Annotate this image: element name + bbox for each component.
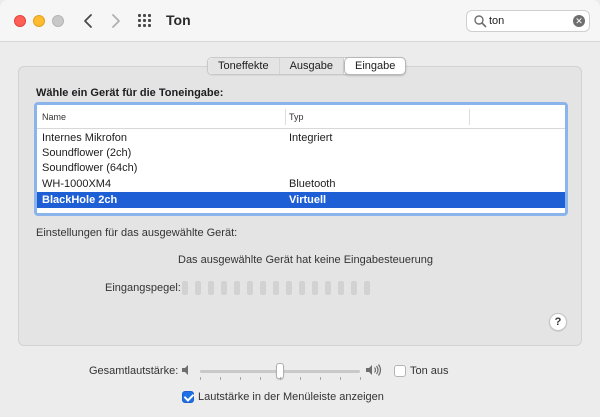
slider-tick	[280, 377, 281, 380]
close-window-button[interactable]	[14, 15, 26, 27]
level-segment	[260, 281, 266, 295]
speaker-low-icon	[182, 365, 188, 375]
tab-eingabe[interactable]: Eingabe	[344, 57, 407, 75]
search-icon	[474, 15, 487, 28]
show-all-button[interactable]	[138, 14, 152, 28]
device-name: Soundflower (2ch)	[42, 147, 132, 159]
device-list-heading: Wähle ein Gerät für die Toneingabe:	[36, 87, 224, 99]
level-segment	[195, 281, 201, 295]
slider-tick	[340, 377, 341, 380]
show-volume-in-menubar-label[interactable]: Lautstärke in der Menüleiste anzeigen	[198, 391, 384, 403]
input-device-table[interactable]: Name Typ Internes Mikrofon Integriert So…	[34, 102, 568, 216]
forward-button[interactable]	[105, 11, 125, 31]
table-row-selected[interactable]: BlackHole 2ch Virtuell	[37, 192, 565, 208]
zoom-window-button[interactable]	[52, 15, 64, 27]
table-header: Name Typ	[37, 105, 565, 129]
device-name: Internes Mikrofon	[42, 132, 127, 144]
level-segment	[182, 281, 188, 295]
level-segment	[338, 281, 344, 295]
level-segment	[221, 281, 227, 295]
mute-label[interactable]: Ton aus	[410, 365, 449, 377]
input-level-meter	[182, 281, 382, 295]
column-header-type[interactable]: Typ	[289, 112, 304, 122]
level-segment	[208, 281, 214, 295]
column-header-name[interactable]: Name	[42, 112, 66, 122]
output-volume-slider[interactable]	[200, 363, 361, 380]
slider-tick	[300, 377, 301, 380]
speaker-high-icon	[366, 364, 382, 376]
level-segment	[273, 281, 279, 295]
level-segment	[234, 281, 240, 295]
chevron-left-icon	[84, 14, 92, 28]
table-row[interactable]: Soundflower (64ch)	[37, 160, 565, 176]
chevron-right-icon	[112, 14, 120, 28]
tab-bar: Toneffekte Ausgabe Eingabe	[207, 57, 407, 75]
slider-tick	[200, 377, 201, 380]
search-field[interactable]: ton ✕	[466, 10, 590, 32]
level-segment	[299, 281, 305, 295]
level-segment	[247, 281, 253, 295]
slider-tick	[320, 377, 321, 380]
level-segment	[364, 281, 370, 295]
device-name: BlackHole 2ch	[42, 194, 118, 206]
device-type: Integriert	[289, 132, 333, 144]
device-name: Soundflower (64ch)	[42, 162, 138, 174]
slider-tick	[240, 377, 241, 380]
level-segment	[325, 281, 331, 295]
input-level-label: Eingangspegel:	[105, 282, 181, 294]
show-volume-in-menubar-checkbox[interactable]	[182, 391, 194, 403]
slider-fill	[200, 370, 280, 373]
search-input[interactable]: ton	[489, 15, 504, 27]
selected-device-settings-label: Einstellungen für das ausgewählte Gerät:	[36, 227, 238, 239]
slider-tick	[220, 377, 221, 380]
clear-search-icon[interactable]: ✕	[573, 15, 585, 27]
no-input-control-message: Das ausgewählte Gerät hat keine Eingabes…	[178, 254, 434, 266]
slider-tick	[360, 377, 361, 380]
table-row[interactable]: Soundflower (2ch)	[37, 145, 565, 161]
output-volume-label: Gesamtlautstärke:	[89, 365, 179, 377]
table-row[interactable]: Internes Mikrofon Integriert	[37, 130, 565, 146]
column-divider	[469, 109, 470, 125]
help-button[interactable]: ?	[549, 313, 567, 331]
title-bar: Ton ton ✕	[0, 0, 600, 42]
device-type: Virtuell	[289, 194, 327, 206]
level-segment	[286, 281, 292, 295]
device-name: WH-1000XM4	[42, 178, 112, 190]
minimize-window-button[interactable]	[33, 15, 45, 27]
slider-tick	[260, 377, 261, 380]
device-type: Bluetooth	[289, 178, 336, 190]
column-divider	[285, 109, 286, 125]
level-segment	[351, 281, 357, 295]
back-button[interactable]	[79, 11, 99, 31]
tab-ausgabe[interactable]: Ausgabe	[279, 58, 344, 74]
window-title: Ton	[166, 12, 191, 28]
level-segment	[312, 281, 318, 295]
system-preferences-window: Ton ton ✕ Toneffekte Ausgabe Eingabe Wäh…	[0, 0, 600, 417]
table-row[interactable]: WH-1000XM4 Bluetooth	[37, 176, 565, 192]
tab-toneffekte[interactable]: Toneffekte	[208, 58, 280, 74]
mute-checkbox[interactable]	[394, 365, 406, 377]
